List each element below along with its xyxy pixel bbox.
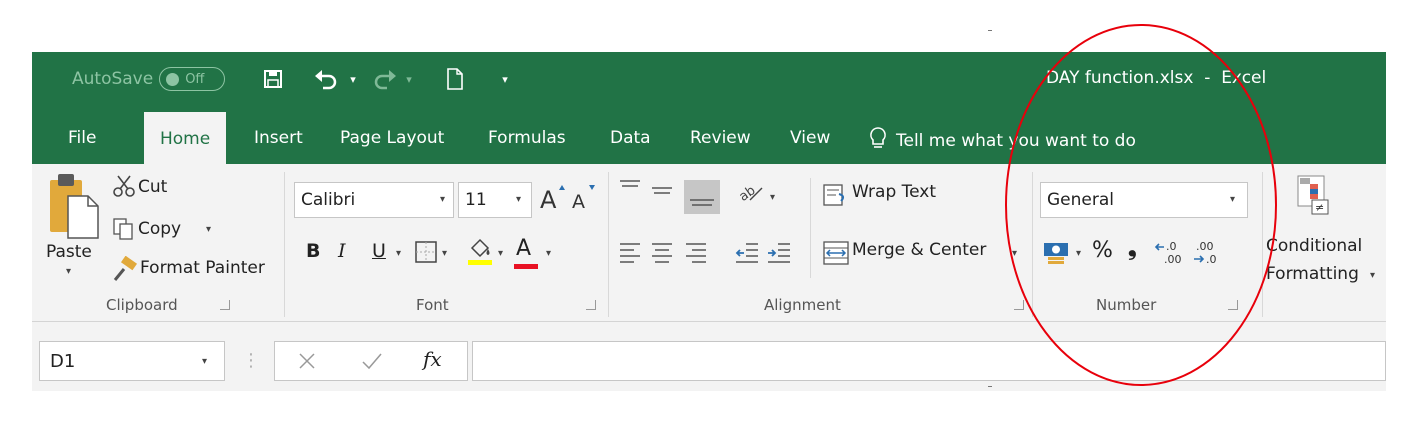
highlight-ellipse [1005, 24, 1277, 386]
highlight-annotation [1005, 24, 1277, 386]
